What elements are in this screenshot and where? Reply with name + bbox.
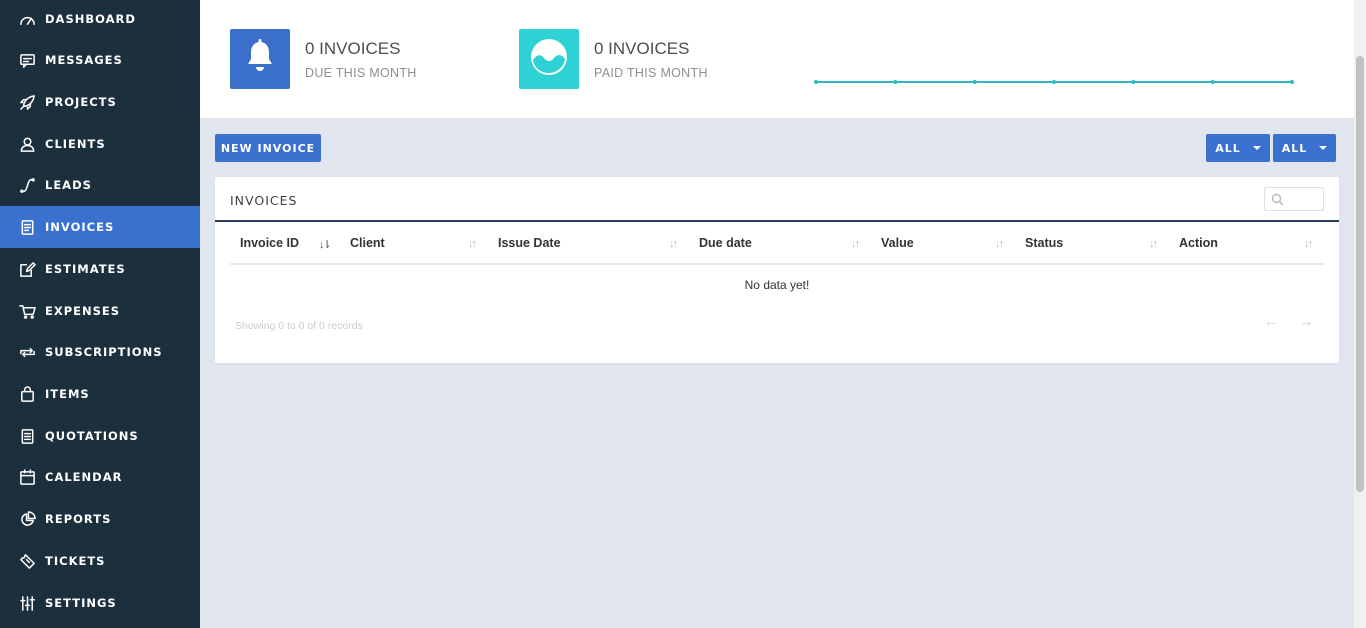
message-icon [18,51,36,69]
sidebar-item-label: CALENDAR [45,470,123,484]
sidebar-item-subscriptions[interactable]: SUBSCRIPTIONS [0,331,200,373]
sparkline-point [1131,80,1136,84]
sort-icon[interactable]: ↓↑ [1149,238,1158,250]
due-invoices-label: DUE THIS MONTH [305,66,417,80]
bag-icon [18,385,36,403]
sidebar-item-label: REPORTS [45,512,112,526]
invoice-icon [18,218,36,236]
new-invoice-label: NEW INVOICE [220,141,316,155]
sparkline-point [893,80,898,84]
sidebar-item-reports[interactable]: REPORTS [0,498,200,540]
sidebar-item-items[interactable]: ITEMS [0,373,200,415]
scrollbar-thumb[interactable] [1356,56,1364,492]
column-header-status[interactable]: Status [1025,236,1063,250]
due-invoices-tile [230,29,290,89]
sidebar-item-label: INVOICES [45,220,115,234]
sort-icon[interactable]: ↓↑ [468,238,477,250]
empty-state-text: No data yet! [744,278,810,292]
sidebar-item-label: DASHBOARD [45,12,136,26]
paid-invoices-count: 0 INVOICES [594,39,690,58]
sidebar-item-label: SETTINGS [45,596,117,610]
sidebar-item-label: ITEMS [45,387,90,401]
cart-icon [18,302,36,320]
sidebar-item-label: MESSAGES [45,53,123,67]
sort-icon[interactable]: ↓↑ [995,238,1004,250]
calendar-icon [18,468,36,486]
filter-dropdown-2[interactable]: ALL [1273,134,1336,162]
sparkline-point [814,80,818,84]
sidebar-item-estimates[interactable]: ESTIMATES [0,248,200,290]
sort-icon[interactable]: ↓↑ [1304,238,1313,250]
sidebar-item-label: ESTIMATES [45,262,126,276]
wave-icon [530,38,568,81]
panel-title: INVOICES [230,193,298,208]
column-header-invoice-id[interactable]: Invoice ID [240,236,299,250]
panel-header: INVOICES [215,177,1339,222]
sparkline-point [972,80,977,84]
sort-desc-icon[interactable]: ↓⇂ [319,238,332,251]
sidebar-item-label: LEADS [45,178,92,192]
sidebar-item-dashboard[interactable]: DASHBOARD [0,0,200,40]
sparkline-point [1290,80,1294,84]
sidebar-item-label: SUBSCRIPTIONS [45,345,163,359]
invoices-sparkline [814,80,1294,84]
paid-invoices-tile [519,29,579,89]
sparkline-point [1052,80,1056,84]
prev-page-button[interactable]: ← [1264,313,1278,329]
repeat-icon [18,343,36,361]
edit-icon [18,260,36,278]
bell-icon [243,38,277,80]
due-invoices-count: 0 INVOICES [305,39,401,58]
sidebar-item-label: TICKETS [45,554,106,568]
sparkline-point [1210,80,1215,84]
column-header-due-date[interactable]: Due date [699,236,752,250]
sidebar-item-invoices[interactable]: INVOICES [0,206,200,248]
sort-icon[interactable]: ↓↑ [851,238,860,250]
sidebar-item-settings[interactable]: SETTINGS [0,582,200,624]
search-icon [1271,193,1284,206]
sidebar-item-label: PROJECTS [45,95,117,109]
ticket-icon [18,552,36,570]
caret-down-icon [1252,146,1261,150]
gauge-icon [18,10,36,28]
leads-icon [18,176,36,194]
caret-down-icon [1319,146,1328,150]
sidebar-item-quotations[interactable]: QUOTATIONS [0,415,200,457]
sidebar-item-clients[interactable]: CLIENTS [0,123,200,165]
rocket-icon [18,93,36,111]
filter-1-label: ALL [1215,141,1241,155]
sidebar-item-calendar[interactable]: CALENDAR [0,456,200,498]
sidebar-item-messages[interactable]: MESSAGES [0,39,200,81]
records-info: Showing 0 to 0 of 0 records [235,320,363,332]
sidebar-item-label: QUOTATIONS [45,429,139,443]
sliders-icon [18,594,36,612]
paid-invoices-label: PAID THIS MONTH [594,66,708,80]
filter-2-label: ALL [1281,141,1308,155]
filter-dropdown-1[interactable]: ALL [1206,134,1270,162]
next-page-button[interactable]: → [1299,313,1313,329]
sidebar: DASHBOARD MESSAGES PROJECTS CLIENTS LEAD… [0,0,200,628]
sidebar-item-label: CLIENTS [45,137,106,151]
search-input[interactable] [1264,187,1324,211]
sidebar-item-projects[interactable]: PROJECTS [0,81,200,123]
sidebar-item-tickets[interactable]: TICKETS [0,540,200,582]
new-invoice-button[interactable]: NEW INVOICE [215,134,321,162]
invoices-panel: INVOICES Invoice ID ↓⇂ Client ↓↑ Issue D… [215,177,1339,363]
document-icon [18,427,36,445]
header-divider [230,263,1324,265]
sidebar-item-expenses[interactable]: EXPENSES [0,290,200,332]
column-header-value[interactable]: Value [881,236,914,250]
column-header-issue-date[interactable]: Issue Date [498,236,561,250]
sidebar-item-leads[interactable]: LEADS [0,164,200,206]
user-icon [18,135,36,153]
column-header-client[interactable]: Client [350,236,385,250]
stats-bar: 0 INVOICES DUE THIS MONTH 0 INVOICES PAI… [200,0,1354,119]
column-header-action[interactable]: Action [1179,236,1218,250]
sidebar-item-label: EXPENSES [45,304,121,318]
sort-icon[interactable]: ↓↑ [669,238,678,250]
pie-icon [18,510,36,528]
